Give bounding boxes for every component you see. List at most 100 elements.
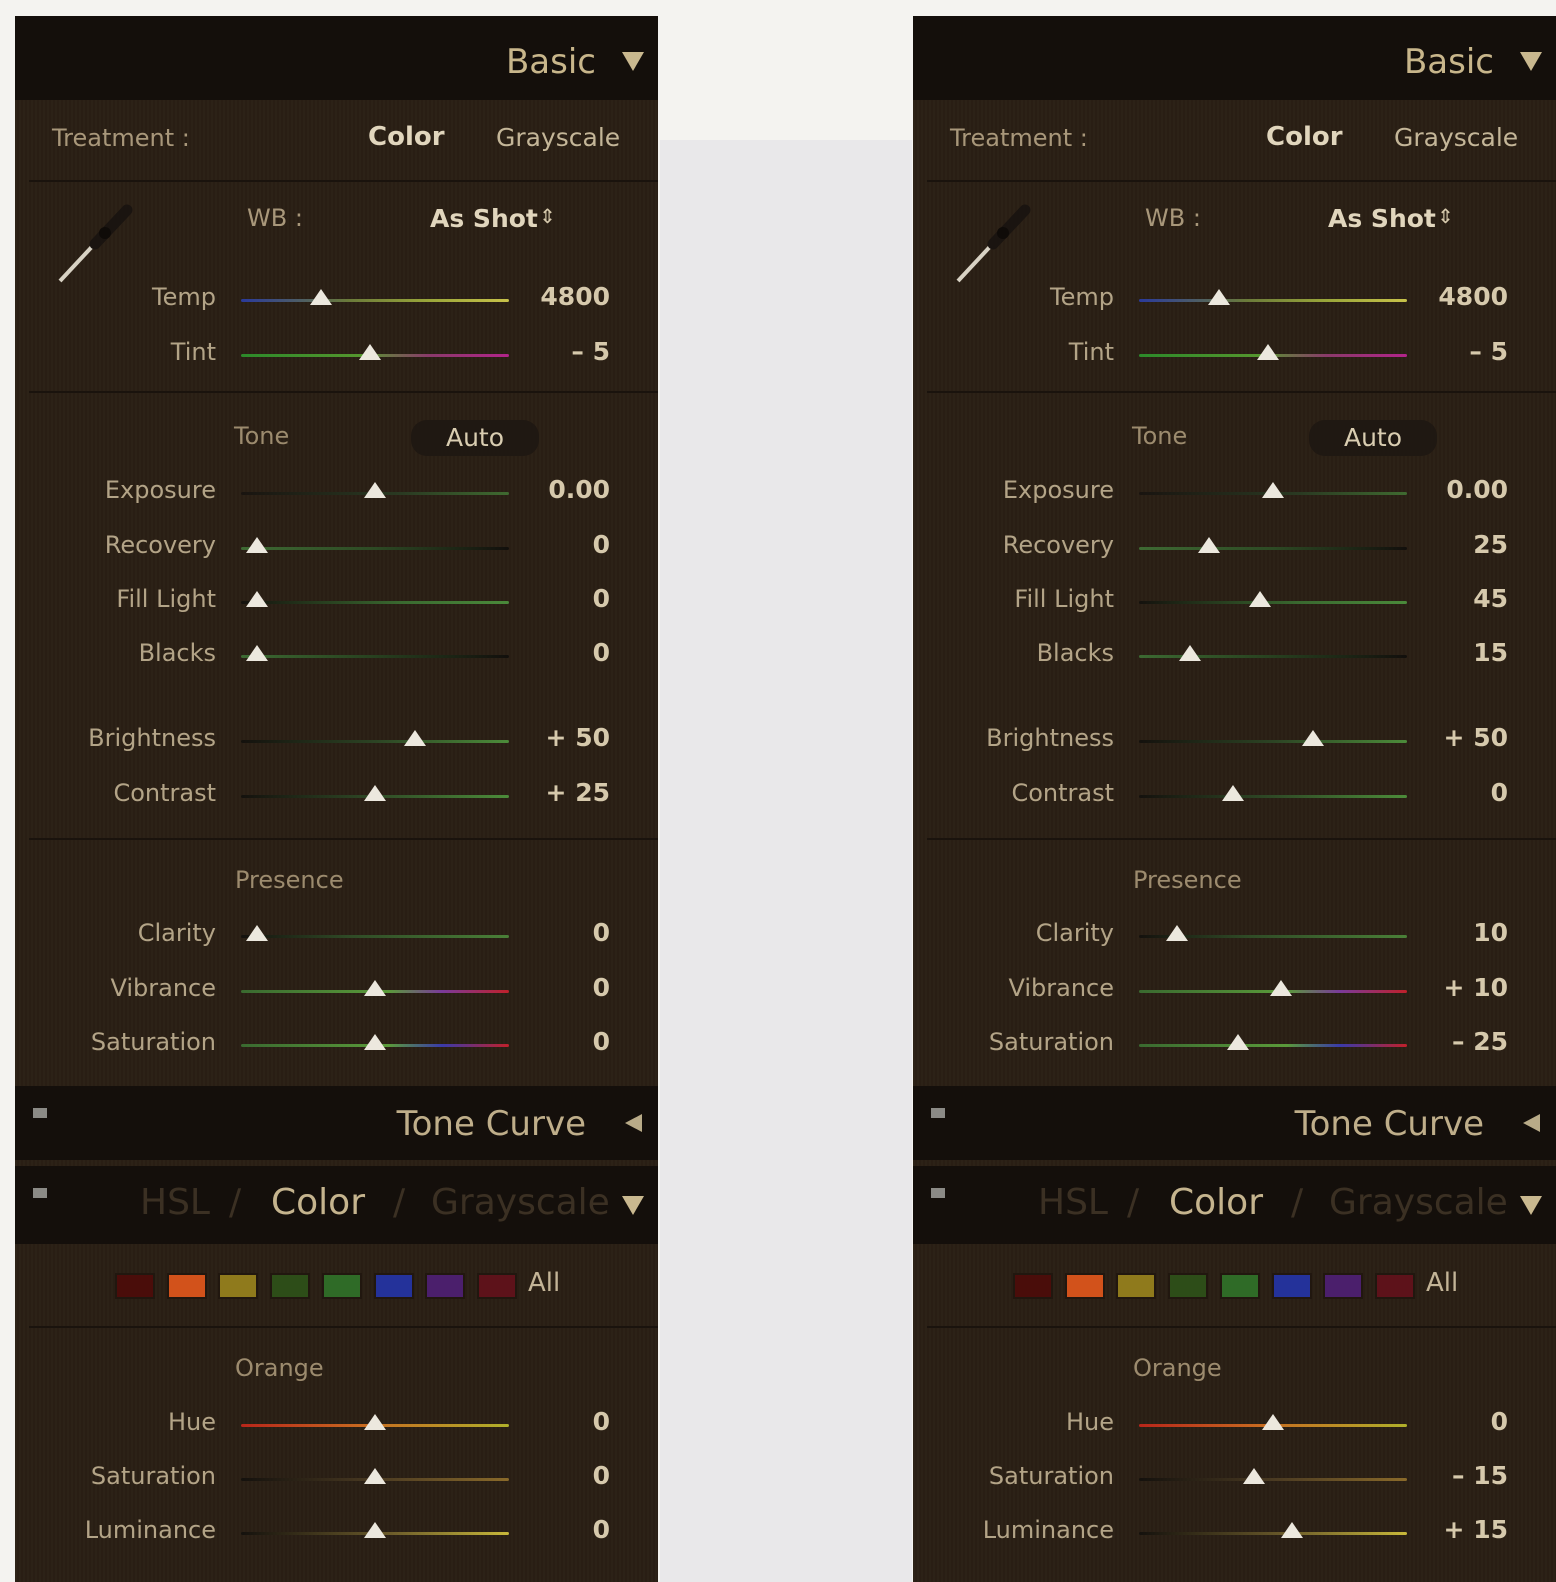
- slider-value-sat-o[interactable]: – 15: [1452, 1461, 1508, 1490]
- slider-track-temp[interactable]: [1139, 299, 1407, 302]
- slider-value-contrast[interactable]: 0: [1491, 778, 1508, 807]
- slider-value-clarity[interactable]: 10: [1473, 918, 1508, 947]
- slider-track-brightness[interactable]: [241, 740, 509, 743]
- slider-value-blacks[interactable]: 0: [593, 638, 610, 667]
- color-swatch[interactable]: [373, 1273, 414, 1299]
- slider-thumb-recovery[interactable]: [246, 537, 269, 553]
- treatment-color-button[interactable]: Color: [1266, 122, 1343, 152]
- color-swatch[interactable]: [1168, 1273, 1209, 1299]
- expand-triangle-icon[interactable]: [625, 1114, 642, 1132]
- collapse-triangle-icon[interactable]: [1520, 52, 1542, 71]
- slider-thumb-exposure[interactable]: [364, 482, 386, 498]
- slider-thumb-blacks[interactable]: [246, 645, 269, 661]
- slider-thumb-contrast[interactable]: [1221, 785, 1244, 801]
- slider-value-vibrance[interactable]: 0: [593, 973, 610, 1002]
- basic-panel-header[interactable]: Basic: [913, 16, 1556, 100]
- slider-thumb-contrast[interactable]: [364, 785, 386, 801]
- slider-value-recovery[interactable]: 0: [593, 530, 610, 559]
- slider-value-recovery[interactable]: 25: [1473, 530, 1508, 559]
- slider-value-hue-o[interactable]: 0: [1491, 1407, 1508, 1436]
- white-balance-eyedropper-icon[interactable]: [953, 196, 1043, 286]
- wb-preset-select[interactable]: As Shot: [1328, 204, 1436, 233]
- slider-track-contrast[interactable]: [1139, 795, 1407, 798]
- treatment-color-button[interactable]: Color: [368, 122, 445, 152]
- auto-tone-button[interactable]: Auto: [411, 420, 539, 456]
- slider-thumb-lum-o[interactable]: [1280, 1522, 1303, 1538]
- slider-thumb-tint[interactable]: [358, 344, 381, 360]
- slider-thumb-tint[interactable]: [1256, 344, 1279, 360]
- tab-hsl[interactable]: HSL: [1038, 1182, 1108, 1223]
- slider-value-exposure[interactable]: 0.00: [548, 475, 610, 504]
- treatment-grayscale-button[interactable]: Grayscale: [496, 123, 620, 152]
- color-swatch[interactable]: [270, 1273, 311, 1299]
- slider-thumb-brightness[interactable]: [1302, 730, 1325, 746]
- slider-thumb-sat-o[interactable]: [1243, 1468, 1266, 1484]
- slider-thumb-hue-o[interactable]: [364, 1414, 386, 1430]
- panel-toggle-icon[interactable]: [33, 1108, 47, 1118]
- collapse-triangle-icon[interactable]: [622, 1196, 644, 1215]
- slider-thumb-blacks[interactable]: [1178, 645, 1201, 661]
- color-swatch[interactable]: [425, 1273, 466, 1299]
- wb-preset-select[interactable]: As Shot: [430, 204, 538, 233]
- slider-thumb-sat-o[interactable]: [364, 1468, 386, 1484]
- tone-curve-panel-header[interactable]: Tone Curve: [913, 1086, 1556, 1160]
- slider-value-lum-o[interactable]: 0: [593, 1515, 610, 1544]
- swatch-all-button[interactable]: All: [1426, 1268, 1458, 1298]
- swatch-all-button[interactable]: All: [528, 1268, 560, 1298]
- color-swatch[interactable]: [1013, 1273, 1053, 1299]
- slider-thumb-fill-light[interactable]: [246, 591, 269, 607]
- slider-value-saturation[interactable]: 0: [593, 1027, 610, 1056]
- slider-thumb-saturation[interactable]: [1227, 1034, 1250, 1050]
- slider-track-lum-o[interactable]: [1139, 1532, 1407, 1535]
- slider-thumb-brightness[interactable]: [404, 730, 427, 746]
- expand-triangle-icon[interactable]: [1523, 1114, 1540, 1132]
- slider-track-recovery[interactable]: [1139, 547, 1407, 550]
- slider-track-recovery[interactable]: [241, 547, 509, 550]
- slider-thumb-saturation[interactable]: [364, 1034, 386, 1050]
- slider-value-clarity[interactable]: 0: [593, 918, 610, 947]
- basic-panel-header[interactable]: Basic: [15, 16, 658, 100]
- tab-color[interactable]: Color: [1169, 1182, 1263, 1223]
- slider-value-hue-o[interactable]: 0: [593, 1407, 610, 1436]
- slider-value-tint[interactable]: – 5: [1469, 337, 1508, 366]
- treatment-grayscale-button[interactable]: Grayscale: [1394, 123, 1518, 152]
- slider-thumb-lum-o[interactable]: [364, 1522, 386, 1538]
- collapse-triangle-icon[interactable]: [622, 52, 644, 71]
- wb-select-arrows-icon[interactable]: ⇕: [1437, 204, 1454, 228]
- slider-thumb-vibrance[interactable]: [364, 980, 386, 996]
- slider-track-clarity[interactable]: [241, 935, 509, 938]
- slider-thumb-fill-light[interactable]: [1248, 591, 1271, 607]
- collapse-triangle-icon[interactable]: [1520, 1196, 1542, 1215]
- slider-value-vibrance[interactable]: + 10: [1444, 973, 1508, 1002]
- slider-value-fill-light[interactable]: 0: [593, 584, 610, 613]
- slider-value-sat-o[interactable]: 0: [593, 1461, 610, 1490]
- tab-grayscale[interactable]: Grayscale: [1329, 1182, 1508, 1223]
- slider-value-temp[interactable]: 4800: [1438, 282, 1508, 311]
- panel-toggle-icon[interactable]: [33, 1188, 47, 1198]
- slider-track-sat-o[interactable]: [1139, 1478, 1407, 1481]
- color-swatch[interactable]: [1323, 1273, 1364, 1299]
- panel-toggle-icon[interactable]: [931, 1188, 945, 1198]
- slider-value-contrast[interactable]: + 25: [546, 778, 610, 807]
- color-swatch[interactable]: [166, 1273, 207, 1299]
- slider-thumb-hue-o[interactable]: [1262, 1414, 1284, 1430]
- slider-value-saturation[interactable]: – 25: [1452, 1027, 1508, 1056]
- slider-value-tint[interactable]: – 5: [571, 337, 610, 366]
- slider-thumb-recovery[interactable]: [1197, 537, 1220, 553]
- slider-value-temp[interactable]: 4800: [540, 282, 610, 311]
- white-balance-eyedropper-icon[interactable]: [55, 196, 145, 286]
- auto-tone-button[interactable]: Auto: [1309, 420, 1437, 456]
- color-swatch[interactable]: [1374, 1273, 1415, 1299]
- slider-thumb-temp[interactable]: [1208, 289, 1231, 305]
- wb-select-arrows-icon[interactable]: ⇕: [539, 204, 556, 228]
- slider-track-saturation[interactable]: [1139, 1044, 1407, 1047]
- color-swatch[interactable]: [218, 1273, 259, 1299]
- slider-value-blacks[interactable]: 15: [1473, 638, 1508, 667]
- color-swatch[interactable]: [1064, 1273, 1105, 1299]
- slider-value-brightness[interactable]: + 50: [546, 723, 610, 752]
- slider-value-exposure[interactable]: 0.00: [1446, 475, 1508, 504]
- slider-thumb-clarity[interactable]: [246, 925, 269, 941]
- tab-hsl[interactable]: HSL: [140, 1182, 210, 1223]
- slider-track-fill-light[interactable]: [241, 601, 509, 604]
- tone-curve-panel-header[interactable]: Tone Curve: [15, 1086, 658, 1160]
